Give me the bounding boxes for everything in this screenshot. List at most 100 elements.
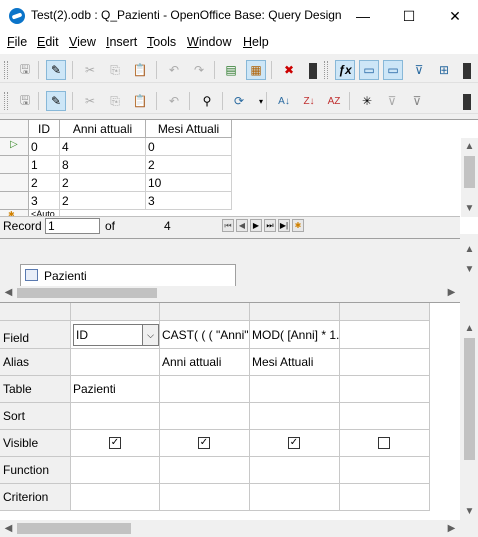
function-cell[interactable] (250, 457, 340, 484)
functions-icon[interactable]: ƒx (335, 60, 355, 80)
distinct-values-icon[interactable]: ⊽ (409, 60, 429, 80)
menu-help[interactable]: Help (243, 35, 269, 49)
edit-data-icon[interactable]: ✎ (46, 91, 66, 111)
copy-icon[interactable]: ⎘ (105, 60, 125, 80)
visible-checkbox[interactable] (378, 437, 390, 449)
scroll-right-icon[interactable]: ▶ (443, 284, 460, 301)
toolbar-overflow[interactable] (463, 63, 471, 79)
paste-icon[interactable]: 📋 (130, 91, 150, 111)
undo-record-icon[interactable]: ↶ (164, 91, 184, 111)
table-cell[interactable]: 1 (29, 156, 60, 174)
scroll-thumb[interactable] (17, 523, 131, 534)
row-header[interactable]: ▷ (0, 138, 29, 156)
scroll-left-icon[interactable]: ◀ (0, 520, 17, 537)
column-header-id[interactable]: ID (29, 120, 60, 138)
scroll-thumb[interactable] (17, 288, 157, 298)
table-cell[interactable]: 2 (146, 156, 232, 174)
column-selector[interactable] (160, 303, 250, 321)
toolbar-grip[interactable] (4, 92, 8, 110)
toolbar-overflow[interactable] (463, 94, 471, 110)
scroll-down-icon[interactable]: ▼ (461, 261, 478, 278)
field-combobox[interactable]: ID (73, 324, 143, 346)
redo-icon[interactable]: ↷ (189, 60, 209, 80)
maximize-button[interactable]: ☐ (386, 0, 432, 32)
scroll-left-icon[interactable]: ◀ (0, 284, 17, 301)
table-cell[interactable]: Pazienti (71, 376, 160, 403)
design-vertical-scrollbar[interactable]: ▲ ▼ (461, 320, 478, 520)
table-cell[interactable]: 3 (146, 192, 232, 210)
function-cell[interactable] (71, 457, 160, 484)
scroll-up-icon[interactable]: ▲ (461, 241, 478, 258)
edit-mode-icon[interactable]: ✎ (46, 60, 66, 80)
design-horizontal-scrollbar[interactable]: ◀ ▶ (0, 520, 460, 537)
table-cell[interactable]: 2 (29, 174, 60, 192)
menu-window[interactable]: Window (187, 35, 231, 49)
first-record-icon[interactable]: ⏮ (222, 219, 234, 232)
refresh-icon[interactable]: ⟳ (229, 91, 249, 111)
table-cell[interactable]: 2 (60, 174, 146, 192)
cut-icon[interactable]: ✂ (80, 60, 100, 80)
criterion-cell[interactable] (71, 484, 160, 511)
column-selector[interactable] (71, 303, 160, 321)
alias-cell[interactable] (340, 349, 430, 376)
criterion-cell[interactable] (160, 484, 250, 511)
field-cell[interactable]: CAST( ( ( "Anni" (160, 321, 250, 349)
scroll-down-icon[interactable]: ▼ (461, 200, 478, 217)
menu-file[interactable]: File (7, 35, 27, 49)
add-tables-icon[interactable]: ✖ (279, 60, 299, 80)
sort-ascending-icon[interactable]: A↓ (274, 91, 294, 111)
grid-vertical-scrollbar[interactable]: ▲ ▼ (461, 138, 478, 217)
criterion-cell[interactable] (340, 484, 430, 511)
save-icon[interactable]: 🖫 (15, 60, 35, 80)
function-cell[interactable] (160, 457, 250, 484)
save-record-icon[interactable]: 🖫 (15, 91, 35, 111)
sort-cell[interactable] (340, 403, 430, 430)
table-cell[interactable]: 8 (60, 156, 146, 174)
standard-filter-icon[interactable]: ⊽ (407, 91, 427, 111)
close-button[interactable]: ✕ (432, 0, 478, 32)
last-record-icon[interactable]: ▶| (278, 219, 290, 232)
alias-cell[interactable]: Mesi Attuali (250, 349, 340, 376)
next-record-icon[interactable]: ▶ (250, 219, 262, 232)
row-header[interactable] (0, 156, 29, 174)
relation-horizontal-scrollbar[interactable]: ◀ ▶ (0, 286, 460, 300)
table-cell[interactable]: 4 (60, 138, 146, 156)
record-number-input[interactable]: 1 (45, 218, 100, 234)
autofilter-icon[interactable]: ✳ (357, 91, 377, 111)
alias-icon[interactable]: ▭ (383, 60, 403, 80)
chevron-down-icon[interactable]: ⌵ (143, 324, 159, 346)
copy-icon[interactable]: ⎘ (105, 91, 125, 111)
scroll-thumb[interactable] (464, 156, 475, 188)
column-selector[interactable] (340, 303, 430, 321)
new-record-icon[interactable]: ✱ (292, 219, 304, 232)
table-cell[interactable] (160, 376, 250, 403)
minimize-button[interactable]: — (340, 0, 386, 32)
field-cell[interactable]: ID ⌵ (71, 321, 160, 349)
scroll-thumb[interactable] (464, 338, 475, 460)
row-header[interactable] (0, 174, 29, 192)
cut-icon[interactable]: ✂ (80, 91, 100, 111)
menu-insert[interactable]: Insert (106, 35, 137, 49)
run-query-icon[interactable]: ▤ (221, 60, 241, 80)
clear-query-icon[interactable]: ▦ (246, 60, 266, 80)
function-cell[interactable] (340, 457, 430, 484)
visible-checkbox[interactable]: ✓ (288, 437, 300, 449)
row-header[interactable] (0, 192, 29, 210)
table-cell[interactable]: 2 (60, 192, 146, 210)
table-window-pazienti[interactable]: Pazienti (20, 264, 236, 288)
table-cell[interactable]: 3 (29, 192, 60, 210)
table-cell[interactable] (340, 376, 430, 403)
table-name-icon[interactable]: ▭ (359, 60, 379, 80)
find-record-icon[interactable]: ⚲ (197, 91, 217, 111)
sort-descending-icon[interactable]: Z↓ (299, 91, 319, 111)
alias-cell[interactable]: Anni attuali (160, 349, 250, 376)
sort-cell[interactable] (250, 403, 340, 430)
menu-tools[interactable]: Tools (147, 35, 176, 49)
limit-icon[interactable]: ⊞ (434, 60, 454, 80)
apply-filter-icon[interactable]: ⊽ (382, 91, 402, 111)
relation-vertical-scrollbar[interactable]: ▲ ▼ (461, 241, 478, 299)
sort-cell[interactable] (160, 403, 250, 430)
chevron-down-icon[interactable]: ▾ (251, 91, 271, 111)
scroll-right-icon[interactable]: ▶ (443, 520, 460, 537)
last-record-icon[interactable]: ⏭ (264, 219, 276, 232)
